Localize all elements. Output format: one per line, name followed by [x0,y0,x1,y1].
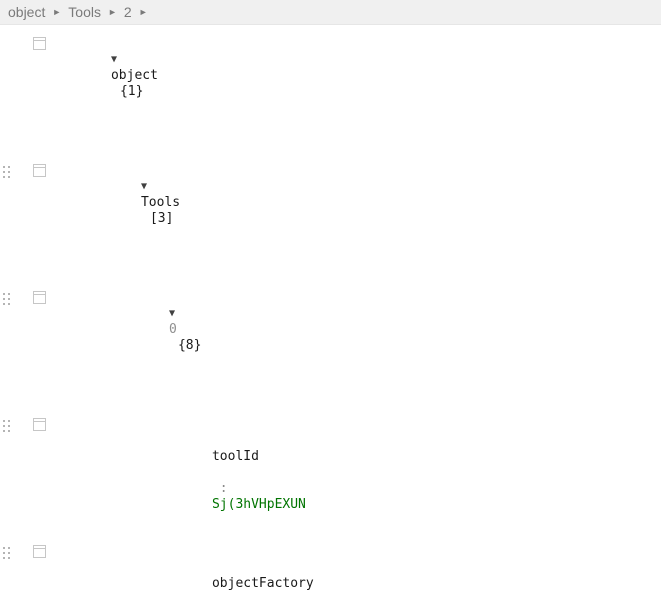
field-name[interactable]: Tools [141,195,180,210]
breadcrumb: object ► Tools ► 2 ► [0,0,661,25]
tree-row: ▼ 0 {8} [0,290,661,402]
child-count: {8} [177,338,202,353]
drag-handle-icon[interactable] [3,420,12,433]
tree-row: toolId : Sj(3hVHpEXUN [0,417,661,529]
drag-handle-icon[interactable] [3,166,12,179]
child-count: {1} [119,84,144,99]
row-content: ▼ Tools [3] [94,163,661,275]
value-line: Sj(3hVHpEXUN [211,497,306,512]
context-menu-icon[interactable] [33,37,46,50]
drag-handle-icon[interactable] [3,547,12,560]
tree-row: ▼ Tools [3] [0,163,661,275]
tree-row: ▼ object {1} [0,36,661,148]
row-content: ▼ object {1} [64,36,661,148]
tree-row: objectFactory : mega.model.comp.proppage… [0,544,661,590]
json-editor: object ► Tools ► 2 ► ▼ object {1} ▼ Tools [3]… [0,0,661,590]
breadcrumb-separator-icon: ► [138,6,148,17]
breadcrumb-separator-icon: ► [107,6,117,17]
row-content: ▼ 0 {8} [122,290,661,402]
field-name[interactable]: object [111,68,158,83]
expander-icon[interactable]: ▼ [111,52,135,68]
field-name[interactable]: toolId [212,449,259,464]
row-content: toolId : Sj(3hVHpEXUN [165,417,661,529]
json-tree: ▼ object {1} ▼ Tools [3] ▼ 0 {8} toolId … [0,25,661,590]
context-menu-icon[interactable] [33,418,46,431]
context-menu-icon[interactable] [33,545,46,558]
context-menu-icon[interactable] [33,164,46,177]
breadcrumb-item[interactable]: Tools [68,4,101,20]
expander-icon[interactable]: ▼ [169,306,193,322]
field-name[interactable]: objectFactory [212,576,314,590]
child-count: [3] [149,211,174,226]
breadcrumb-item[interactable]: 2 [124,4,132,20]
field-value[interactable]: Sj(3hVHpEXUN [212,497,306,513]
field-name[interactable]: 0 [169,322,177,337]
context-menu-icon[interactable] [33,291,46,304]
drag-handle-icon[interactable] [3,293,12,306]
expander-icon[interactable]: ▼ [141,179,165,195]
row-content: objectFactory : mega.model.comp.proppage… [165,544,661,590]
separator: : [211,481,236,496]
breadcrumb-item[interactable]: object [8,4,45,20]
breadcrumb-separator-icon: ► [52,6,62,17]
